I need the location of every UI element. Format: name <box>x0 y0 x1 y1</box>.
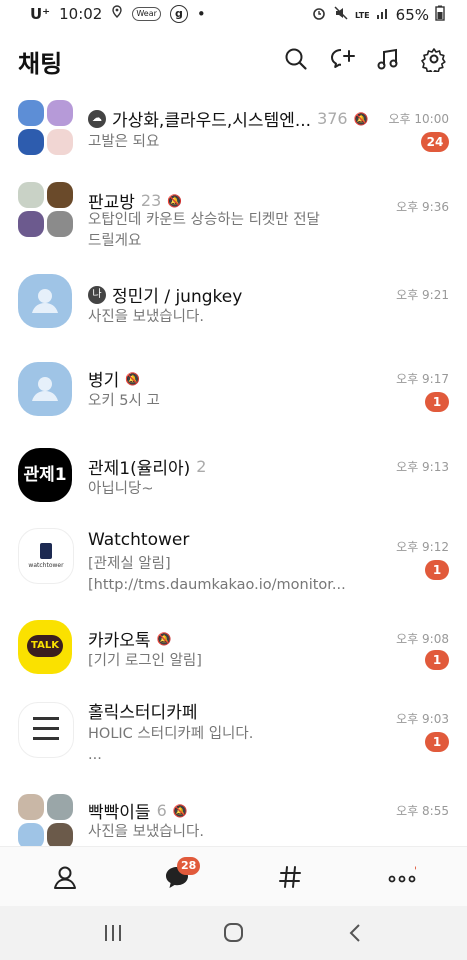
chat-row[interactable]: 나 정민기 / jungkey 사진을 보냈습니다. 오후 9:21 <box>0 272 467 358</box>
member-count: 6 <box>156 801 167 820</box>
chat-row[interactable]: ☁ 가상화,클라우드,시스템엔... 376 🔕 고발은 되요 오후 10:00… <box>0 94 467 180</box>
chat-name: Watchtower <box>88 530 190 550</box>
group-avatar <box>18 794 74 846</box>
app-header: 채팅 <box>0 36 467 82</box>
location-icon <box>111 5 123 23</box>
mute-icon: 🔕 <box>353 111 369 126</box>
member-count: 376 <box>317 109 348 128</box>
chat-time: 오후 9:08 <box>396 632 449 646</box>
avatar-label: watchtower <box>28 562 64 569</box>
profile-avatar: watchtower <box>18 528 74 584</box>
mute-icon: 🔕 <box>167 193 183 208</box>
profile-avatar <box>18 362 72 416</box>
g-icon: g <box>169 5 188 23</box>
last-message: [관제실 알림] [http://tms.daumkakao.io/monito… <box>88 556 346 593</box>
profile-avatar <box>18 274 72 328</box>
recents-icon[interactable] <box>101 922 125 944</box>
chat-time: 오후 9:12 <box>396 540 449 554</box>
chat-unread-badge: 28 <box>177 857 201 875</box>
carrier-label: U⁺ <box>30 5 51 23</box>
mute-icon: 🔕 <box>125 371 141 386</box>
settings-icon[interactable] <box>421 46 447 75</box>
battery-percent: 65% <box>395 6 429 24</box>
last-message: 사진을 보냈습니다. <box>88 824 204 840</box>
chat-time: 오후 9:03 <box>396 712 449 726</box>
me-icon: 나 <box>88 285 106 304</box>
mute-icon: 🔕 <box>172 803 188 818</box>
alarm-icon <box>311 5 327 25</box>
last-message: 고발은 되요 <box>88 134 160 150</box>
chat-name: 관제1(율리아) <box>88 459 191 479</box>
notification-dot: • <box>196 5 206 23</box>
mute-icon: 🔕 <box>156 631 172 646</box>
chat-time: 오후 9:13 <box>396 460 449 474</box>
unread-badge: 1 <box>425 732 449 752</box>
talk-bubble: TALK <box>27 635 63 657</box>
member-count: 23 <box>140 191 162 210</box>
chat-row[interactable]: TALK 카카오톡 🔕 [기기 로그인 알림] 오후 9:08 1 <box>0 616 467 702</box>
chat-name: 홀릭스터디카페 <box>88 703 198 723</box>
chat-name: 빡빡이들 <box>88 803 151 823</box>
profile-avatar: TALK <box>18 620 72 674</box>
chat-row[interactable]: 홀릭스터디카페 HOLIC 스터디카페 입니다. ... 오후 9:03 1 <box>0 700 467 786</box>
tower-icon <box>40 543 52 559</box>
last-message: 오탑인데 카운트 상승하는 티켓만 전달 드릴게요 <box>88 212 320 249</box>
chat-row[interactable]: 빡빡이들 6 🔕 사진을 보냈습니다. 오후 8:55 <box>0 792 467 846</box>
group-avatar <box>18 182 74 238</box>
last-message: [기기 로그인 알림] <box>88 653 202 669</box>
home-icon[interactable] <box>222 922 246 944</box>
unread-badge: 1 <box>425 650 449 670</box>
last-message: 오키 5시 고 <box>88 393 160 409</box>
profile-avatar: 관제1 <box>18 448 72 502</box>
chat-time: 오후 10:00 <box>388 112 449 126</box>
unread-badge: 1 <box>425 392 449 412</box>
unread-badge: 24 <box>421 132 449 152</box>
music-icon[interactable] <box>375 46 401 72</box>
chat-time: 오후 9:36 <box>396 200 449 214</box>
chat-name: 정민기 / jungkey <box>112 287 243 307</box>
chat-list[interactable]: ☁ 가상화,클라우드,시스템엔... 376 🔕 고발은 되요 오후 10:00… <box>0 94 467 846</box>
profile-avatar <box>18 702 74 758</box>
chat-time: 오후 8:55 <box>396 804 449 818</box>
friends-tab-icon[interactable] <box>51 863 79 891</box>
group-chat-icon: ☁ <box>88 109 106 128</box>
wear-icon: Wear <box>132 7 161 21</box>
chat-name: 가상화,클라우드,시스템엔... <box>112 111 312 131</box>
hashtag-tab-icon[interactable] <box>276 863 304 891</box>
clock: 10:02 <box>59 5 103 23</box>
more-tab-icon[interactable] <box>388 863 419 891</box>
chat-time: 오후 9:21 <box>396 288 449 302</box>
last-message: HOLIC 스터디카페 입니다. ... <box>88 726 254 763</box>
chat-row[interactable]: 관제1 관제1(율리아) 2 아닙니당~ 오후 9:13 <box>0 444 467 530</box>
lte-label: LTE <box>354 10 370 20</box>
last-message: 사진을 보냈습니다. <box>88 309 204 325</box>
new-chat-icon[interactable] <box>329 46 355 72</box>
battery-icon <box>435 5 445 25</box>
chat-name: 병기 <box>88 371 120 391</box>
chat-row[interactable]: watchtower Watchtower [관제실 알림] [http://t… <box>0 528 467 616</box>
unread-badge: 1 <box>425 560 449 580</box>
status-bar: U⁺ 10:02 Wear g • LTE 65% <box>0 0 467 30</box>
search-icon[interactable] <box>283 46 309 72</box>
last-message: 아닙니당~ <box>88 481 154 497</box>
chat-row[interactable]: 판교방 23 🔕 오탑인데 카운트 상승하는 티켓만 전달 드릴게요 오후 9:… <box>0 180 467 266</box>
back-icon[interactable] <box>344 922 368 944</box>
chat-row[interactable]: 병기 🔕 오키 5시 고 오후 9:17 1 <box>0 358 467 444</box>
system-nav-bar <box>0 906 467 960</box>
chat-time: 오후 9:17 <box>396 372 449 386</box>
mute-icon <box>333 5 349 25</box>
group-avatar <box>18 100 74 156</box>
page-title: 채팅 <box>18 50 63 78</box>
bottom-tab-bar: 28 <box>0 846 467 907</box>
member-count: 2 <box>196 457 207 476</box>
chat-name: 카카오톡 <box>88 631 151 651</box>
signal-icon <box>376 6 390 24</box>
